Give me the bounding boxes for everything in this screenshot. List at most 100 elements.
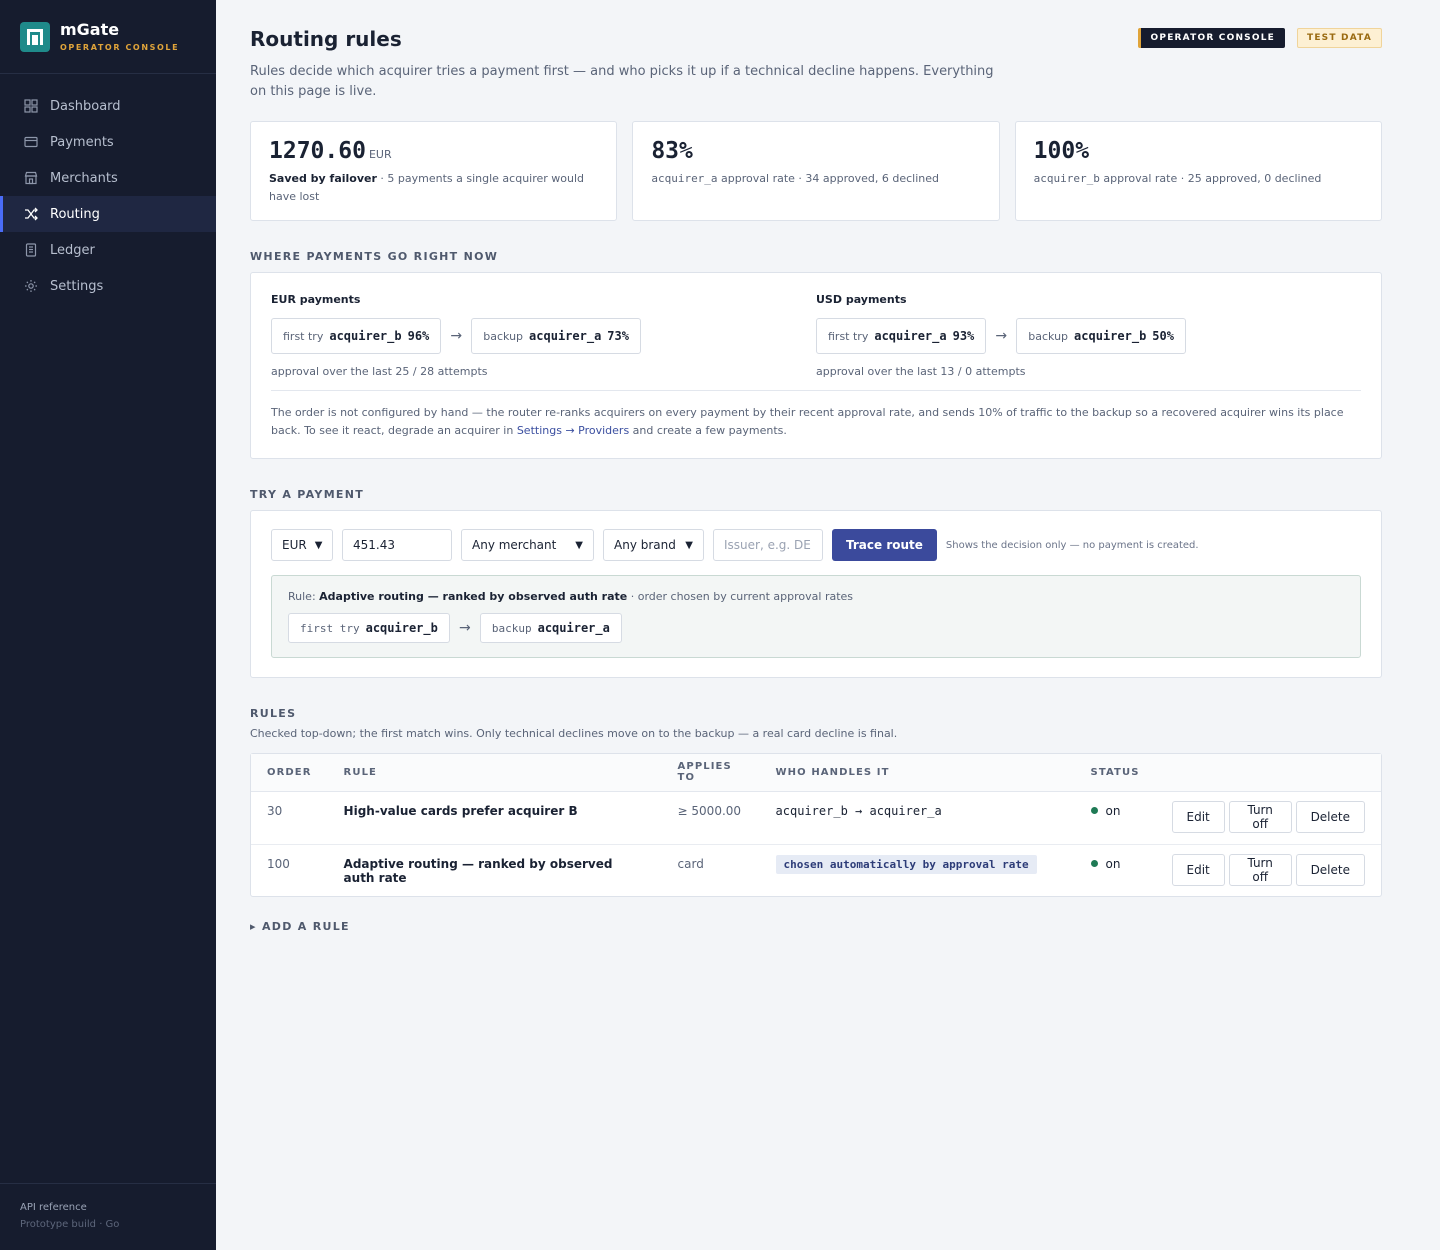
rule-name: High-value cards prefer acquirer B xyxy=(327,791,662,845)
stat-unit: EUR xyxy=(368,148,392,161)
delete-button[interactable]: Delete xyxy=(1295,800,1365,833)
status-on-dot-icon xyxy=(1090,807,1098,814)
build-info: Prototype build · Go xyxy=(20,1219,120,1230)
page-intro: Rules decide which acquirer tries a paym… xyxy=(250,64,994,99)
chevron-down-icon: ▼ xyxy=(685,539,693,551)
sidebar-item-merchants[interactable]: Merchants xyxy=(0,160,216,196)
merchant-value: Any merchant xyxy=(472,538,557,552)
rule-handlers: chosen automatically by approval rate xyxy=(760,844,1075,897)
route-chain: first try acquirer_b 96% → backup acquirer_… xyxy=(271,318,816,354)
delete-button[interactable]: Delete xyxy=(1295,853,1365,886)
chevron-down-icon: ▼ xyxy=(314,539,323,551)
acquirer-label: acquirer_b xyxy=(1033,172,1100,185)
explain-text: and create a few payments. xyxy=(629,424,787,437)
sidebar-item-label: Payments xyxy=(50,134,114,150)
book-icon xyxy=(24,243,38,257)
rule-name: Adaptive routing — ranked by observed au… xyxy=(343,856,613,885)
chip-label: backup xyxy=(483,329,524,343)
try-payment-panel: EUR ▼ 451.43 Any merchant ▼ Any brand ▼ Iss… xyxy=(250,510,1382,678)
arrow-right-icon: → xyxy=(458,620,471,636)
approval-pct: 50% xyxy=(1152,329,1174,343)
sidebar-item-dashboard[interactable]: Dashboard xyxy=(0,88,216,124)
sidebar-nav: Dashboard Payments Merchants Routing Led… xyxy=(0,88,216,304)
rules-table: ORDER RULE APPLIES TO WHO HANDLES IT STA… xyxy=(251,754,1381,897)
grid-icon xyxy=(24,99,38,113)
arrow-right-icon: → xyxy=(450,328,463,344)
amount-input[interactable]: 451.43 xyxy=(342,529,452,561)
merchant-select[interactable]: Any merchant ▼ xyxy=(461,529,594,561)
brand-value: Any brand xyxy=(614,538,676,552)
issuer-input[interactable]: Issuer, e.g. DE xyxy=(713,529,823,561)
app-subtitle: OPERATOR CONSOLE xyxy=(60,43,180,52)
mgate-logo-icon xyxy=(20,21,50,52)
turn-off-button[interactable]: Turn off xyxy=(1228,853,1292,886)
try-hint: Shows the decision only — no payment is … xyxy=(945,539,1199,551)
sidebar-item-ledger[interactable]: Ledger xyxy=(0,232,216,268)
sidebar-item-label: Ledger xyxy=(50,242,95,258)
backup-chip: backup acquirer_a xyxy=(479,613,622,643)
edit-button[interactable]: Edit xyxy=(1171,853,1225,886)
status-on-dot-icon xyxy=(1090,860,1098,867)
column-header-applies: APPLIES TO xyxy=(661,754,760,792)
status-text: on xyxy=(1105,803,1121,818)
approval-pct: 93% xyxy=(952,329,975,343)
acquirer-name: acquirer_a xyxy=(874,329,947,343)
stat-value: 83% xyxy=(651,138,693,164)
sidebar-footer: API reference Prototype build · Go xyxy=(0,1183,216,1250)
stat-description: acquirer_a approval rate · 34 approved, … xyxy=(651,170,980,188)
currency-select[interactable]: EUR ▼ xyxy=(271,529,333,561)
currency-value: EUR xyxy=(282,538,307,552)
route-eur: EUR payments first try acquirer_b 96% → ba… xyxy=(271,293,816,378)
stats-row: 1270.60 EUR Saved by failover · 5 payment… xyxy=(250,121,1382,221)
route-usd: USD payments first try acquirer_a 93% → ba… xyxy=(816,293,1361,378)
sidebar-item-routing[interactable]: Routing xyxy=(0,196,216,232)
stat-value: 1270.60 xyxy=(269,138,366,164)
issuer-placeholder: Issuer, e.g. DE xyxy=(724,538,811,552)
sidebar-item-settings[interactable]: Settings xyxy=(0,268,216,304)
routing-explanation: The order is not configured by hand — th… xyxy=(251,391,1381,440)
brand-select[interactable]: Any brand ▼ xyxy=(603,529,704,561)
brand[interactable]: mGate OPERATOR CONSOLE xyxy=(0,0,216,74)
chip-label: first try xyxy=(300,621,360,635)
stat-description: Saved by failover · 5 payments a single … xyxy=(269,170,598,206)
rule-applies: card xyxy=(677,856,704,871)
acquirer-name: acquirer_b xyxy=(1074,329,1147,343)
chip-label: first try xyxy=(828,329,869,343)
approval-pct: 73% xyxy=(607,329,629,343)
rule-order: 30 xyxy=(251,791,328,845)
column-header-order: ORDER xyxy=(251,754,328,792)
column-header-handlers: WHO HANDLES IT xyxy=(759,754,1075,792)
column-header-actions xyxy=(1155,754,1381,792)
decision-suffix: · order chosen by current approval rates xyxy=(627,590,854,603)
sidebar-item-payments[interactable]: Payments xyxy=(0,124,216,160)
edit-button[interactable]: Edit xyxy=(1171,800,1225,833)
gear-icon xyxy=(24,279,38,293)
settings-providers-link[interactable]: Settings → Providers xyxy=(517,424,629,437)
first-try-chip: first try acquirer_b 96% xyxy=(271,318,442,354)
trace-route-button[interactable]: Trace route xyxy=(832,529,937,561)
first-try-chip: first try acquirer_a 93% xyxy=(816,318,987,354)
acquirer-name: acquirer_b xyxy=(329,329,402,343)
page-title: Routing rules xyxy=(250,27,402,51)
decision-prefix: Rule: xyxy=(288,590,320,603)
section-label-routing-now: WHERE PAYMENTS GO RIGHT NOW xyxy=(250,250,499,263)
sidebar-item-label: Dashboard xyxy=(50,98,121,114)
acquirer-name: acquirer_a xyxy=(537,621,610,635)
decision-rule-name: Adaptive routing — ranked by observed au… xyxy=(319,590,628,603)
rules-subtitle: Checked top-down; the first match wins. … xyxy=(250,727,898,740)
api-reference-link[interactable]: API reference xyxy=(20,1202,196,1213)
turn-off-button[interactable]: Turn off xyxy=(1228,800,1292,833)
arrow-right-icon: → xyxy=(995,328,1008,344)
route-title: USD payments xyxy=(816,293,907,306)
column-header-status: STATUS xyxy=(1074,754,1156,792)
rules-table-panel: ORDER RULE APPLIES TO WHO HANDLES IT STA… xyxy=(250,753,1382,897)
store-icon xyxy=(24,171,38,185)
table-row: 100 Adaptive routing — ranked by observe… xyxy=(251,844,1381,897)
add-rule-toggle[interactable]: ▸ ADD A RULE xyxy=(250,920,350,933)
backup-chip: backup acquirer_a 73% xyxy=(471,318,641,354)
decision-chain: first try acquirer_b → backup acquirer_a xyxy=(288,613,1344,643)
section-label-try-payment: TRY A PAYMENT xyxy=(250,488,365,501)
stat-card-acquirer-a: 83% acquirer_a approval rate · 34 approv… xyxy=(632,121,1000,221)
stat-description: acquirer_b approval rate · 25 approved, … xyxy=(1034,170,1363,188)
table-row: 30 High-value cards prefer acquirer B ≥ … xyxy=(251,791,1381,845)
